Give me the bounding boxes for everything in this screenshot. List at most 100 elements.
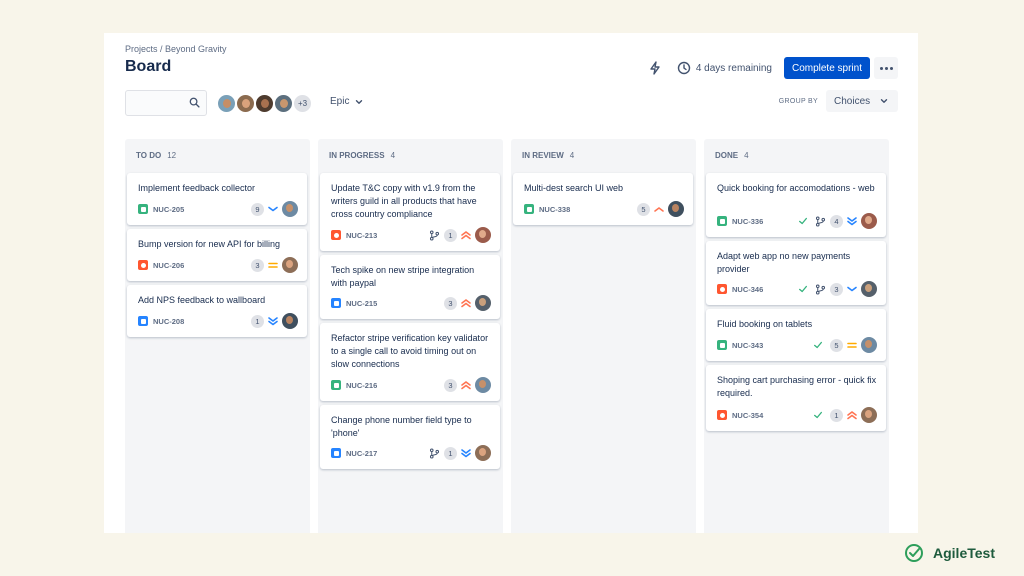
page-title: Board bbox=[125, 58, 172, 75]
issue-key[interactable]: NUC-354 bbox=[732, 411, 763, 420]
issue-key[interactable]: NUC-217 bbox=[346, 449, 377, 458]
issue-card[interactable]: Bump version for new API for billing NUC-… bbox=[127, 229, 307, 281]
chevron-down-icon bbox=[356, 99, 363, 104]
issue-card[interactable]: Adapt web app no new payments provider NU… bbox=[706, 241, 886, 305]
issue-key[interactable]: NUC-215 bbox=[346, 299, 377, 308]
priority-medium-icon bbox=[268, 262, 278, 268]
complete-sprint-button[interactable]: Complete sprint bbox=[783, 57, 870, 79]
avatar[interactable] bbox=[216, 93, 237, 114]
priority-lowest-icon bbox=[461, 449, 471, 458]
automation-bolt-icon[interactable] bbox=[645, 58, 665, 78]
done-check-icon bbox=[814, 341, 822, 349]
assignee-avatar[interactable] bbox=[861, 407, 877, 423]
done-check-icon bbox=[814, 411, 822, 419]
issue-key[interactable]: NUC-213 bbox=[346, 231, 377, 240]
card-title: Implement feedback collector bbox=[138, 183, 256, 193]
card-footer: NUC-338 5 bbox=[524, 201, 684, 217]
priority-lowest-icon bbox=[847, 217, 857, 226]
assignee-avatar[interactable] bbox=[861, 281, 877, 297]
issue-card[interactable]: Fluid booking on tablets NUC-343 5 bbox=[706, 309, 886, 361]
story-points-badge: 3 bbox=[251, 258, 264, 272]
card-footer: NUC-346 3 bbox=[717, 281, 877, 297]
epic-filter[interactable]: Epic bbox=[330, 96, 363, 107]
column-count: 4 bbox=[569, 151, 575, 160]
bug-type-icon bbox=[717, 410, 727, 420]
card-footer: NUC-205 9 bbox=[138, 201, 298, 217]
issue-key[interactable]: NUC-336 bbox=[732, 217, 763, 226]
more-options-icon[interactable] bbox=[874, 57, 898, 79]
issue-card[interactable]: Change phone number field type to 'phone… bbox=[320, 405, 500, 469]
issue-card[interactable]: Refactor stripe verification key validat… bbox=[320, 323, 500, 401]
column-todo: TO DO 12 Implement feedback collector NUC… bbox=[125, 139, 310, 533]
issue-key[interactable]: NUC-338 bbox=[539, 205, 570, 214]
card-title: Multi-dest search UI web bbox=[524, 183, 624, 193]
issue-card[interactable]: Multi-dest search UI web NUC-338 5 bbox=[513, 173, 693, 225]
card-title: Shoping cart purchasing error - quick fi… bbox=[717, 375, 877, 398]
assignee-avatar[interactable] bbox=[475, 227, 491, 243]
issue-card[interactable]: Shoping cart purchasing error - quick fi… bbox=[706, 365, 886, 431]
group-by-select[interactable]: Choices bbox=[826, 90, 898, 112]
issue-key[interactable]: NUC-346 bbox=[732, 285, 763, 294]
assignee-avatar[interactable] bbox=[861, 213, 877, 229]
breadcrumb[interactable]: Projects / Beyond Gravity bbox=[125, 44, 227, 54]
issue-key[interactable]: NUC-343 bbox=[732, 341, 763, 350]
story-points-badge: 5 bbox=[637, 202, 650, 216]
column-header: DONE 4 bbox=[715, 151, 749, 160]
priority-low-icon bbox=[847, 286, 857, 292]
story-points-badge: 5 bbox=[830, 338, 843, 352]
more-members-badge[interactable]: +3 bbox=[292, 93, 313, 114]
assignee-avatar[interactable] bbox=[668, 201, 684, 217]
card-title: Update T&C copy with v1.9 from the write… bbox=[331, 183, 477, 219]
choices-label: Choices bbox=[834, 95, 871, 107]
story-points-badge: 1 bbox=[251, 314, 264, 328]
avatar[interactable] bbox=[273, 93, 294, 114]
group-by-label: GROUP BY bbox=[778, 98, 818, 105]
story-points-badge: 1 bbox=[830, 408, 843, 422]
assignee-avatar[interactable] bbox=[282, 201, 298, 217]
issue-card[interactable]: Tech spike on new stripe integration wit… bbox=[320, 255, 500, 319]
issue-key[interactable]: NUC-206 bbox=[153, 261, 184, 270]
card-title: Bump version for new API for billing bbox=[138, 239, 281, 249]
card-title: Fluid booking on tablets bbox=[717, 319, 813, 329]
avatar[interactable] bbox=[254, 93, 275, 114]
assignee-avatar[interactable] bbox=[282, 313, 298, 329]
column-in-progress: IN PROGRESS 4 Update T&C copy with v1.9 … bbox=[318, 139, 503, 533]
issue-card[interactable]: Add NPS feedback to wallboard NUC-208 1 bbox=[127, 285, 307, 337]
priority-high-icon bbox=[654, 207, 664, 212]
task-type-icon bbox=[331, 298, 341, 308]
story-points-badge: 9 bbox=[251, 202, 264, 216]
story-points-badge: 3 bbox=[444, 296, 457, 310]
card-title: Adapt web app no new payments provider bbox=[717, 251, 851, 274]
issue-key[interactable]: NUC-216 bbox=[346, 381, 377, 390]
done-check-icon bbox=[799, 285, 807, 293]
search-input[interactable] bbox=[125, 90, 207, 116]
issue-key[interactable]: NUC-205 bbox=[153, 205, 184, 214]
assignee-avatar[interactable] bbox=[475, 295, 491, 311]
member-avatars: +3 bbox=[216, 93, 313, 114]
assignee-avatar[interactable] bbox=[475, 445, 491, 461]
column-title: DONE bbox=[715, 151, 739, 160]
assignee-avatar[interactable] bbox=[861, 337, 877, 353]
issue-card[interactable]: Quick booking for accomodations - web NUC… bbox=[706, 173, 886, 237]
branch-icon bbox=[429, 230, 440, 240]
column-title: TO DO bbox=[136, 151, 162, 160]
issue-card[interactable]: Update T&C copy with v1.9 from the write… bbox=[320, 173, 500, 251]
assignee-avatar[interactable] bbox=[475, 377, 491, 393]
issue-key[interactable]: NUC-208 bbox=[153, 317, 184, 326]
card-footer: NUC-216 3 bbox=[331, 377, 491, 393]
agiletest-logo-icon bbox=[905, 544, 923, 562]
avatar[interactable] bbox=[235, 93, 256, 114]
story-type-icon bbox=[717, 216, 727, 226]
column-count: 4 bbox=[390, 151, 396, 160]
card-footer: NUC-354 1 bbox=[717, 407, 877, 423]
board-panel: Projects / Beyond Gravity Board 4 days r… bbox=[104, 33, 918, 533]
card-title: Quick booking for accomodations - web bbox=[717, 183, 875, 193]
story-points-badge: 1 bbox=[444, 228, 457, 242]
search-icon bbox=[189, 97, 200, 108]
issue-card[interactable]: Implement feedback collector NUC-205 9 bbox=[127, 173, 307, 225]
brand-name: AgileTest bbox=[933, 545, 995, 561]
assignee-avatar[interactable] bbox=[282, 257, 298, 273]
sprint-remaining: 4 days remaining bbox=[695, 62, 772, 74]
task-type-icon bbox=[138, 316, 148, 326]
column-in-review: IN REVIEW 4 Multi-dest search UI web NUC-… bbox=[511, 139, 696, 533]
